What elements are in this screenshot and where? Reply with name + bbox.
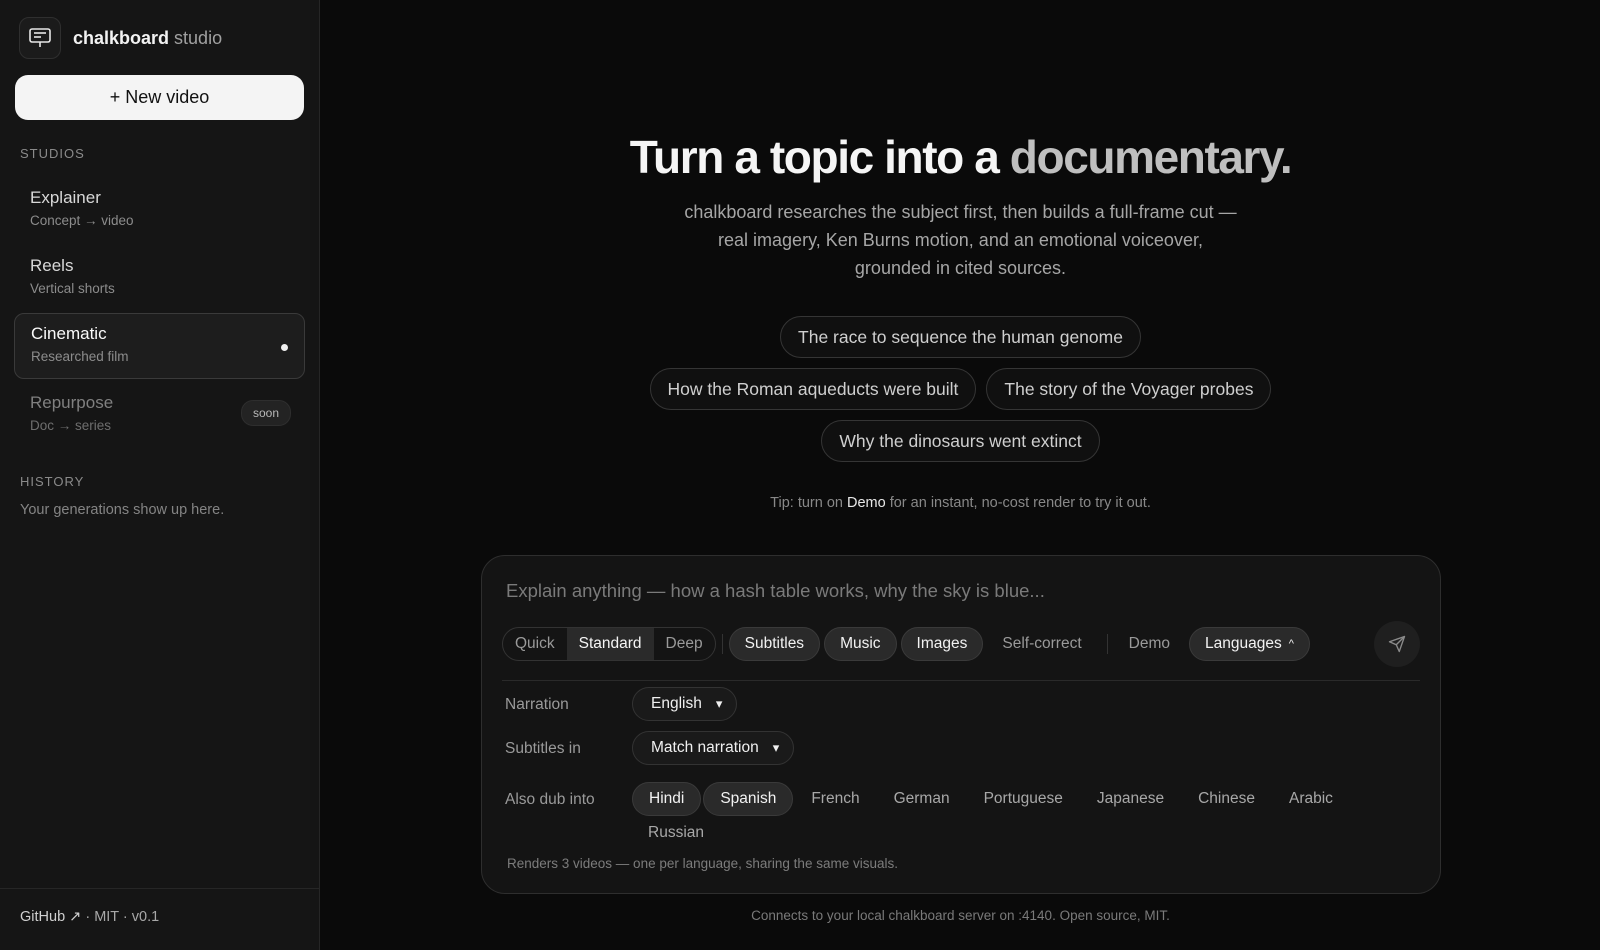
suggestion-chip[interactable]: Why the dinosaurs went extinct [821,420,1100,462]
chevron-down-icon: ▾ [715,696,723,711]
suggestion-chips: The race to sequence the human genome Ho… [321,316,1600,462]
dub-option-french[interactable]: French [795,782,875,816]
suggestion-chip[interactable]: The race to sequence the human genome [780,316,1141,358]
music-toggle[interactable]: Music [824,627,897,661]
sidebar-footer: GitHub ↗ · MIT · v0.1 [0,888,320,950]
dub-option-portuguese[interactable]: Portuguese [968,782,1079,816]
studio-item-reels[interactable]: Reels Vertical shorts [14,246,305,312]
composer: Quick Standard Deep Subtitles Music Imag… [481,555,1441,894]
send-button[interactable] [1374,621,1420,667]
depth-deep[interactable]: Deep [654,628,715,660]
hero-title: Turn a topic into a documentary. [629,131,1293,183]
history-label: HISTORY [20,474,85,489]
chevron-up-icon: ^ [1288,638,1294,650]
prompt-input[interactable] [506,580,1366,602]
dub-label: Also dub into [505,791,595,808]
soon-badge: soon [240,400,291,426]
toolbar-divider [1106,634,1108,654]
hero-description: chalkboard researches the subject first,… [684,202,1237,278]
demo-toggle[interactable]: Demo [1114,627,1185,661]
subtitles-toggle[interactable]: Subtitles [728,627,821,661]
active-indicator-dot [281,344,288,351]
chevron-down-icon: ▾ [772,740,780,755]
suggestion-chip[interactable]: How the Roman aqueducts were built [649,368,977,410]
self-correct-toggle[interactable]: Self-correct [987,627,1096,661]
dub-option-german[interactable]: German [878,782,966,816]
suggestion-chip[interactable]: The story of the Voyager probes [986,368,1272,410]
new-video-button[interactable]: + New video [15,75,304,120]
studios-label: STUDIOS [20,146,85,161]
studio-item-explainer[interactable]: Explainer Concept → video [14,178,305,244]
renders-note: Renders 3 videos — one per language, sha… [507,856,898,871]
subtitles-language-select[interactable]: Match narration ▾ [632,731,795,765]
composer-divider [502,680,1420,681]
server-note: Connects to your local chalkboard server… [751,908,1170,923]
depth-standard[interactable]: Standard [566,628,654,660]
studio-item-cinematic[interactable]: Cinematic Researched film [14,313,305,379]
composer-toolbar: Quick Standard Deep Subtitles Music Imag… [502,621,1420,667]
languages-toggle[interactable]: Languages ^ [1189,627,1310,661]
dub-option-hindi[interactable]: Hindi [632,782,702,816]
dub-option-chinese[interactable]: Chinese [1182,782,1271,816]
dub-option-arabic[interactable]: Arabic [1273,782,1349,816]
toolbar-divider [721,634,723,654]
hero: Turn a topic into a documentary. chalkbo… [321,130,1600,282]
brand-name: chalkboard studio [73,27,223,48]
narration-select[interactable]: English ▾ [632,687,738,721]
narration-label: Narration [505,696,569,713]
dub-language-options: Hindi Spanish French German Portuguese J… [632,782,1392,850]
depth-selector: Quick Standard Deep [502,627,716,661]
studio-item-repurpose: Repurpose Doc → series soon [14,383,305,449]
license-version: · MIT · v0.1 [81,909,160,925]
depth-quick[interactable]: Quick [503,628,567,660]
dub-option-spanish[interactable]: Spanish [703,782,794,816]
dub-option-japanese[interactable]: Japanese [1081,782,1180,816]
history-empty-text: Your generations show up here. [20,502,225,518]
dub-option-russian[interactable]: Russian [632,816,720,850]
github-link[interactable]: GitHub ↗ [20,909,81,925]
chalkboard-logo-icon [19,17,61,59]
subtitles-language-label: Subtitles in [505,740,581,757]
images-toggle[interactable]: Images [900,627,984,661]
sidebar: chalkboard studio + New video STUDIOS Ex… [0,0,320,950]
main-area: Turn a topic into a documentary. chalkbo… [321,0,1600,950]
demo-tip: Tip: turn on Demo for an instant, no-cos… [770,495,1151,511]
brand[interactable]: chalkboard studio [19,17,222,59]
send-icon [1388,635,1406,653]
